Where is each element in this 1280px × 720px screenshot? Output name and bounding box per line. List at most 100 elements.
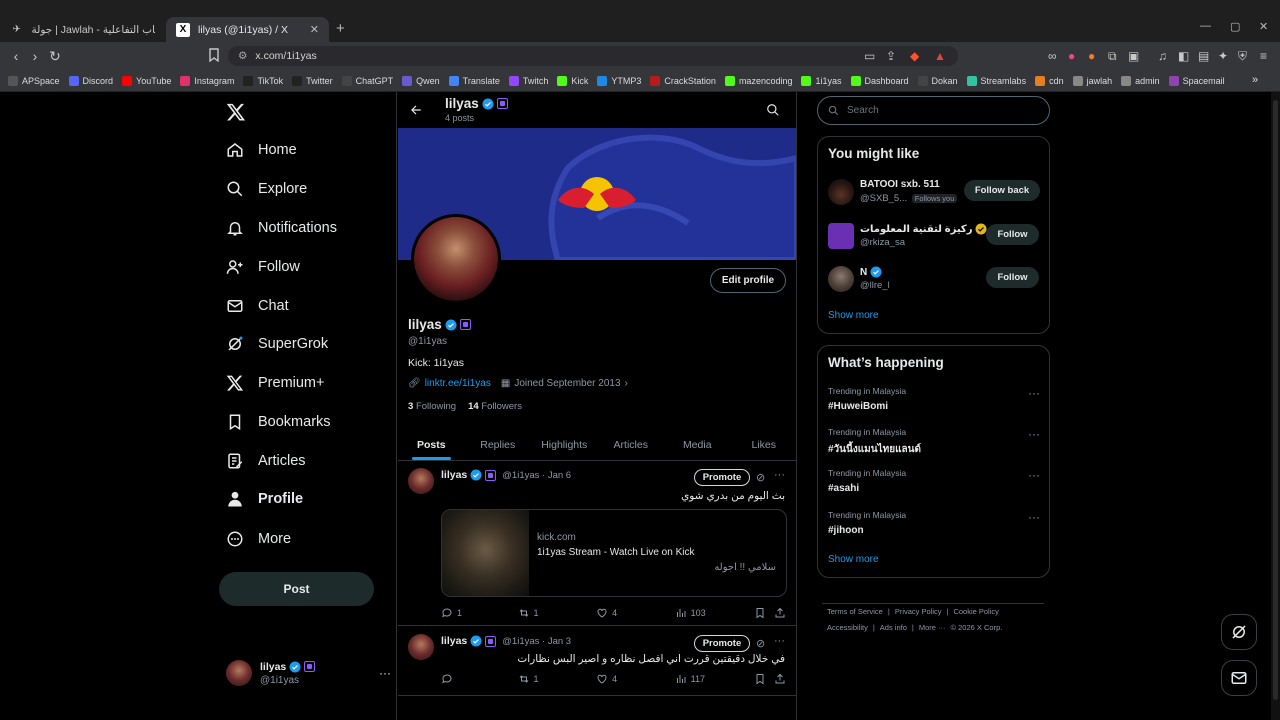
minimize-icon[interactable]: — <box>1200 20 1211 32</box>
extension-icon[interactable]: ● <box>1088 49 1095 63</box>
more-bookmarks-icon[interactable]: » <box>1252 74 1258 86</box>
bookmark-item[interactable]: Dashboard <box>850 75 909 86</box>
more-icon[interactable]: ··· <box>1028 510 1040 524</box>
bookmark-item[interactable]: ChatGPT <box>341 75 393 86</box>
bookmark-item[interactable]: admin <box>1121 75 1160 86</box>
vpn-shield-icon[interactable]: ⛨ <box>1238 49 1247 64</box>
nav-item-chat[interactable]: Chat <box>226 292 289 320</box>
avatar[interactable] <box>828 223 854 249</box>
tab-highlights[interactable]: Highlights <box>531 430 598 460</box>
followers-link[interactable]: 14 Followers <box>468 401 522 412</box>
like-button[interactable]: 4 <box>596 607 675 619</box>
trend-item[interactable]: Trending in Malaysia #asahi ··· <box>828 468 1040 502</box>
bookmark-icon[interactable] <box>754 607 774 619</box>
trends-show-more-link[interactable]: Show more <box>828 554 879 565</box>
more-icon[interactable]: ··· <box>1028 468 1040 482</box>
follow-button[interactable]: Follow <box>986 224 1039 245</box>
back-arrow-icon[interactable] <box>409 103 423 117</box>
extensions-puzzle-icon[interactable]: ⧉ <box>1108 49 1117 64</box>
avatar[interactable] <box>828 179 854 205</box>
verified-badge-icon[interactable] <box>445 319 457 331</box>
bookmark-item[interactable]: TikTok <box>243 75 283 86</box>
share-icon[interactable] <box>774 673 786 685</box>
grok-icon[interactable]: ⊘ <box>756 637 765 650</box>
footer-link[interactable]: Ads info <box>880 623 907 632</box>
x-logo-icon[interactable] <box>226 102 248 124</box>
bookmark-item[interactable]: jawlah <box>1072 75 1112 86</box>
suggestion-name[interactable]: N <box>860 267 867 278</box>
bookmark-item[interactable]: Twitter <box>292 75 333 86</box>
nav-item-supergrok[interactable]: SuperGrok <box>226 330 328 358</box>
edit-profile-button[interactable]: Edit profile <box>710 268 786 293</box>
new-tab-button[interactable]: + <box>336 20 345 37</box>
extension-icon[interactable]: ∞ <box>1048 49 1057 63</box>
back-icon[interactable]: ‹ <box>8 48 24 64</box>
brave-rewards-icon[interactable]: ▲ <box>934 49 946 63</box>
bookmark-item[interactable]: Dokan <box>917 75 958 86</box>
wallet-icon[interactable]: ▤ <box>1198 49 1209 63</box>
reply-button[interactable]: 1 <box>441 607 518 619</box>
follow-button[interactable]: Follow <box>986 267 1039 288</box>
post-author-name[interactable]: lilyas <box>441 469 467 481</box>
nav-item-profile[interactable]: Profile <box>226 485 303 513</box>
account-switcher[interactable]: lilyas @1i1yas ··· <box>226 658 391 688</box>
suggestion-name[interactable]: ركيزة لتقنية المعلومات <box>860 224 972 235</box>
bookmark-item[interactable]: Discord <box>68 75 113 86</box>
bookmark-icon[interactable] <box>754 673 774 685</box>
post[interactable]: lilyas @1i1yas · Jan 6 Promote ⊘ ··· بث … <box>398 461 796 626</box>
nav-item-follow[interactable]: Follow <box>226 253 300 281</box>
maximize-icon[interactable]: ▢ <box>1230 20 1240 33</box>
promote-button[interactable]: Promote <box>694 469 750 486</box>
leo-ai-icon[interactable]: ✦ <box>1218 49 1228 63</box>
share-icon[interactable] <box>774 607 786 619</box>
nav-item-notifications[interactable]: Notifications <box>226 214 337 242</box>
bookmark-item[interactable]: YouTube <box>122 75 171 86</box>
tab-search-icon[interactable]: ▣ <box>1128 49 1139 63</box>
post[interactable]: lilyas @1i1yas · Jan 3 Promote ⊘ ··· في … <box>398 627 796 696</box>
trend-item[interactable]: Trending in Malaysia #jihoon ··· <box>828 510 1040 544</box>
like-button[interactable]: 4 <box>596 673 675 685</box>
reload-icon[interactable]: ↻ <box>47 48 63 64</box>
suggestion-name[interactable]: BATOOI sxb. 511 <box>860 179 940 190</box>
repost-button[interactable]: 1 <box>518 673 597 685</box>
bookmark-item[interactable]: cdn <box>1035 75 1064 86</box>
more-icon[interactable]: ··· <box>774 469 785 481</box>
nav-item-more[interactable]: More <box>226 525 291 553</box>
show-more-link[interactable]: Show more <box>828 310 879 321</box>
footer-link[interactable]: © 2026 X Corp. <box>951 623 1003 632</box>
tab-replies[interactable]: Replies <box>465 430 532 460</box>
avatar[interactable] <box>828 266 854 292</box>
chevron-right-icon[interactable]: › <box>625 378 628 389</box>
site-info-icon[interactable]: ⚙ <box>238 50 247 62</box>
promote-button[interactable]: Promote <box>694 635 750 652</box>
media-icon[interactable]: ♫ <box>1158 49 1167 63</box>
tab-media[interactable]: Media <box>664 430 731 460</box>
post-button[interactable]: Post <box>219 572 374 606</box>
reply-button[interactable] <box>441 673 518 685</box>
more-icon[interactable]: ··· <box>379 666 391 680</box>
bookmark-item[interactable]: Streamlabs <box>966 75 1026 86</box>
nav-item-explore[interactable]: Explore <box>226 175 307 203</box>
repost-button[interactable]: 1 <box>518 607 597 619</box>
nav-item-premium[interactable]: Premium+ <box>226 369 324 397</box>
tab-close-icon[interactable]: ✕ <box>310 23 319 36</box>
bookmark-item[interactable]: YTMP3 <box>597 75 641 86</box>
post-author-name[interactable]: lilyas <box>441 635 467 647</box>
more-icon[interactable]: ··· <box>1028 386 1040 400</box>
messages-floating-button[interactable] <box>1221 660 1257 696</box>
bookmark-item[interactable]: mazencoding <box>724 75 792 86</box>
more-icon[interactable]: ··· <box>774 635 785 647</box>
bookmark-item[interactable]: Translate <box>448 75 500 86</box>
follow-back-button[interactable]: Follow back <box>964 180 1040 201</box>
share-icon[interactable]: ⇪ <box>886 49 896 63</box>
close-window-icon[interactable]: ✕ <box>1259 20 1268 33</box>
bookmark-item[interactable]: Kick <box>557 75 588 86</box>
bookmark-item[interactable]: Qwen <box>402 75 440 86</box>
bookmark-item[interactable]: CrackStation <box>650 75 716 86</box>
bookmark-item[interactable]: APSpace <box>8 75 60 86</box>
bookmark-item[interactable]: Spacemail <box>1168 75 1225 86</box>
browser-tab-jawlah[interactable]: ✈ جولة | Jawlah - منصة الألعاب التفاعلية <box>0 17 165 42</box>
brave-shield-icon[interactable]: ◆ <box>910 49 919 63</box>
footer-link[interactable]: Accessibility <box>827 623 868 632</box>
footer-link[interactable]: Cookie Policy <box>953 607 998 616</box>
